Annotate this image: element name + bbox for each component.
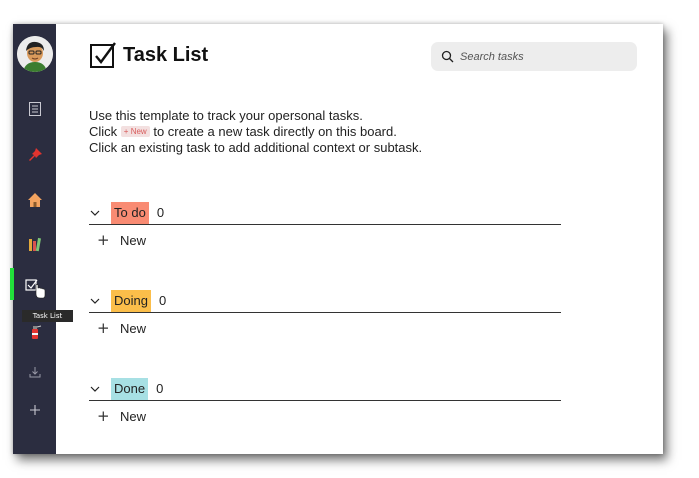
chevron-down-icon[interactable] bbox=[89, 207, 101, 219]
search-input[interactable] bbox=[460, 50, 630, 63]
status-badge: Doing bbox=[111, 289, 151, 312]
sidebar-item-home[interactable] bbox=[13, 188, 56, 212]
page-title: Task List bbox=[123, 43, 209, 66]
main-content: Task List Use this template to track you… bbox=[56, 24, 663, 454]
intro-line-1: Use this template to track your opersona… bbox=[89, 108, 363, 123]
sidebar: Task List bbox=[10, 24, 73, 454]
plus-icon: + bbox=[97, 319, 110, 337]
page-header: Task List bbox=[89, 41, 208, 69]
hand-cursor-icon bbox=[35, 284, 45, 299]
intro-line-2-after: to create a new task directly on this bo… bbox=[153, 124, 397, 139]
checkbox-icon bbox=[90, 42, 116, 68]
group-header: To do 0 bbox=[89, 201, 561, 225]
intro-line-2: Click + New to create a new task directl… bbox=[89, 124, 422, 140]
new-task-label: New bbox=[120, 408, 147, 424]
tooltip-task-list: Task List bbox=[22, 310, 73, 322]
group-header: Doing 0 bbox=[89, 289, 561, 313]
app-window: Task List Task List Search tasks Use thi… bbox=[10, 24, 663, 454]
chevron-down-icon[interactable] bbox=[89, 295, 101, 307]
plus-icon bbox=[29, 405, 40, 415]
checkbox-icon bbox=[24, 279, 45, 299]
status-badge: Done bbox=[111, 377, 149, 400]
new-task-button[interactable]: + New bbox=[89, 313, 561, 343]
fire-extinguisher-icon bbox=[31, 325, 41, 339]
intro-line-2-before: Click bbox=[89, 124, 118, 139]
group-doing: Doing 0 + New bbox=[89, 289, 561, 343]
search-bar[interactable] bbox=[431, 42, 637, 71]
chevron-down-icon[interactable] bbox=[89, 383, 101, 395]
group-done: Done 0 + New bbox=[89, 377, 561, 431]
download-icon bbox=[29, 367, 40, 378]
sidebar-item-task-list[interactable] bbox=[13, 277, 56, 301]
new-task-label: New bbox=[120, 232, 147, 248]
document-icon bbox=[28, 102, 41, 116]
new-chip: + New bbox=[120, 126, 150, 138]
group-header: Done 0 bbox=[89, 377, 561, 401]
sidebar-item-download[interactable] bbox=[13, 360, 56, 384]
house-icon bbox=[27, 193, 42, 207]
new-task-label: New bbox=[120, 320, 147, 336]
group-count: 0 bbox=[156, 205, 165, 220]
sidebar-item-library[interactable] bbox=[13, 232, 56, 256]
intro-line-3: Click an existing task to add additional… bbox=[89, 140, 423, 155]
plus-icon: + bbox=[97, 407, 110, 425]
group-count: 0 bbox=[158, 293, 167, 308]
sidebar-item-notes[interactable] bbox=[13, 97, 56, 121]
avatar[interactable] bbox=[17, 36, 53, 72]
sidebar-item-pinned[interactable] bbox=[13, 143, 56, 167]
group-count: 0 bbox=[156, 381, 164, 396]
books-icon bbox=[28, 237, 41, 252]
intro-text: Use this template to track your opersona… bbox=[89, 108, 422, 156]
new-task-button[interactable]: + New bbox=[89, 401, 561, 431]
pushpin-icon bbox=[28, 148, 42, 161]
search-icon bbox=[441, 50, 454, 63]
sidebar-item-add[interactable] bbox=[13, 398, 56, 422]
new-task-button[interactable]: + New bbox=[89, 225, 561, 255]
group-todo: To do 0 + New bbox=[89, 201, 561, 255]
status-badge: To do bbox=[111, 201, 149, 224]
sidebar-item-fire-extinguisher[interactable] bbox=[13, 320, 56, 344]
plus-icon: + bbox=[97, 231, 110, 249]
